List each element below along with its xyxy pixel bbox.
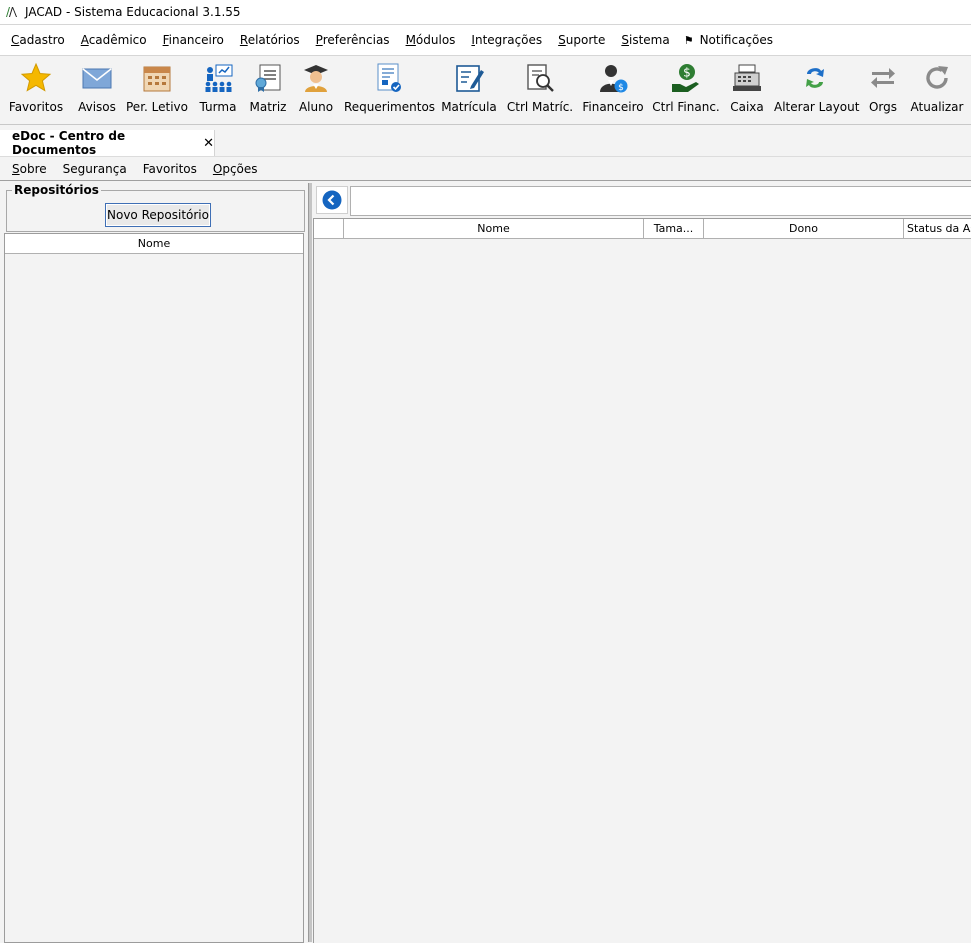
path-input[interactable] xyxy=(350,186,971,216)
tab-strip: eDoc - Centro de Documentos ✕ xyxy=(0,126,971,157)
column-header-status-assinatura[interactable]: Status da Ass xyxy=(904,219,971,239)
toolbar-per-letivo-button[interactable]: Per. Letivo xyxy=(126,56,188,124)
repositories-panel: Repositórios Novo Repositório Nome xyxy=(3,183,305,943)
toolbar-matricula-button[interactable]: Matrícula xyxy=(440,56,498,124)
panel-splitter[interactable] xyxy=(308,183,312,942)
documents-table[interactable]: Nome Tama... Dono Status da Ass xyxy=(313,218,971,943)
edoc-menu-opcoes[interactable]: Opções xyxy=(213,162,258,176)
calendar-icon xyxy=(143,66,171,92)
repositories-group: Repositórios Novo Repositório xyxy=(6,183,305,232)
back-button[interactable] xyxy=(316,186,348,214)
toolbar-orgs-button[interactable]: Orgs xyxy=(862,56,904,124)
money-hand-icon: $ xyxy=(672,64,699,92)
column-header-nome[interactable]: Nome xyxy=(5,234,303,254)
menu-cadastro[interactable]: Cadastro xyxy=(11,33,65,47)
edoc-menu-favoritos[interactable]: Favoritos xyxy=(143,162,197,176)
menu-modulos[interactable]: Módulos xyxy=(406,33,456,47)
toolbar-ctrl-matric-button[interactable]: Ctrl Matríc. xyxy=(504,56,576,124)
menu-sistema[interactable]: Sistema xyxy=(621,33,669,47)
certificate-icon xyxy=(255,64,281,92)
edoc-menu-bar: Sobre Segurança Favoritos Opções xyxy=(0,156,971,181)
toolbar-turma-button[interactable]: Turma xyxy=(194,56,242,124)
new-repository-button[interactable]: Novo Repositório xyxy=(105,203,211,227)
star-icon xyxy=(20,62,52,92)
divider xyxy=(0,180,971,181)
toolbar-caixa-button[interactable]: Caixa xyxy=(726,56,768,124)
title-bar: JACAD - Sistema Educacional 3.1.55 xyxy=(0,0,971,24)
svg-text:$: $ xyxy=(618,83,624,93)
back-arrow-icon xyxy=(322,190,342,210)
toolbar-alterar-layout-button[interactable]: Alterar Layout xyxy=(774,56,859,124)
window-title: JACAD - Sistema Educacional 3.1.55 xyxy=(25,5,241,19)
financial-user-icon: $ xyxy=(600,65,628,93)
repositories-table[interactable]: Nome xyxy=(4,233,304,943)
notifications-label: Notificações xyxy=(699,33,774,47)
edoc-menu-sobre[interactable]: Sobre xyxy=(12,162,47,176)
column-header-dono[interactable]: Dono xyxy=(704,219,904,239)
menu-suporte[interactable]: Suporte xyxy=(558,33,605,47)
toolbar-aluno-button[interactable]: Aluno xyxy=(294,56,338,124)
toolbar-favoritos-button[interactable]: Favoritos xyxy=(6,56,66,124)
toolbar-financeiro-button[interactable]: $ Financeiro xyxy=(582,56,644,124)
toolbar-atualizar-button[interactable]: Atualizar xyxy=(908,56,966,124)
request-document-icon xyxy=(377,63,401,92)
edoc-menu-seguranca[interactable]: Segurança xyxy=(63,162,127,176)
menu-integracoes[interactable]: Integrações xyxy=(471,33,542,47)
tab-edoc-label: eDoc - Centro de Documentos xyxy=(12,129,126,157)
menu-preferencias[interactable]: Preferências xyxy=(316,33,390,47)
toolbar-requerimentos-button[interactable]: Requerimentos xyxy=(344,56,435,124)
menu-bar: Cadastro Acadêmico Financeiro Relatórios… xyxy=(0,24,971,56)
column-header-select[interactable] xyxy=(314,219,344,239)
enrollment-search-icon xyxy=(527,64,554,92)
swap-layout-icon xyxy=(806,68,824,88)
toolbar-ctrl-financ-button[interactable]: $ Ctrl Financ. xyxy=(652,56,720,124)
bell-icon: ⚑ xyxy=(683,33,694,47)
class-group-icon xyxy=(205,64,233,92)
cash-register-icon xyxy=(733,64,761,91)
toolbar-matriz-button[interactable]: Matriz xyxy=(246,56,290,124)
svg-text:$: $ xyxy=(683,66,691,80)
toolbar: Favoritos Avisos Per. Letivo Turma Matri… xyxy=(0,56,971,125)
tab-edoc[interactable]: eDoc - Centro de Documentos ✕ xyxy=(0,129,215,157)
close-tab-icon[interactable]: ✕ xyxy=(203,136,214,151)
jacad-logo-icon xyxy=(6,7,17,17)
enrollment-edit-icon xyxy=(456,65,484,92)
column-header-tamanho[interactable]: Tama... xyxy=(644,219,704,239)
refresh-icon xyxy=(926,66,948,89)
arrows-exchange-icon xyxy=(871,68,895,88)
menu-notificacoes[interactable]: ⚑ Notificações xyxy=(684,33,773,47)
repositories-group-title: Repositórios xyxy=(12,183,101,197)
menu-financeiro[interactable]: Financeiro xyxy=(163,33,224,47)
toolbar-avisos-button[interactable]: Avisos xyxy=(72,56,122,124)
documents-panel: Nome Tama... Dono Status da Ass xyxy=(313,183,971,943)
menu-relatorios[interactable]: Relatórios xyxy=(240,33,300,47)
envelope-icon xyxy=(82,68,112,89)
graduate-icon xyxy=(304,65,328,92)
column-header-nome[interactable]: Nome xyxy=(344,219,644,239)
menu-academico[interactable]: Acadêmico xyxy=(81,33,147,47)
